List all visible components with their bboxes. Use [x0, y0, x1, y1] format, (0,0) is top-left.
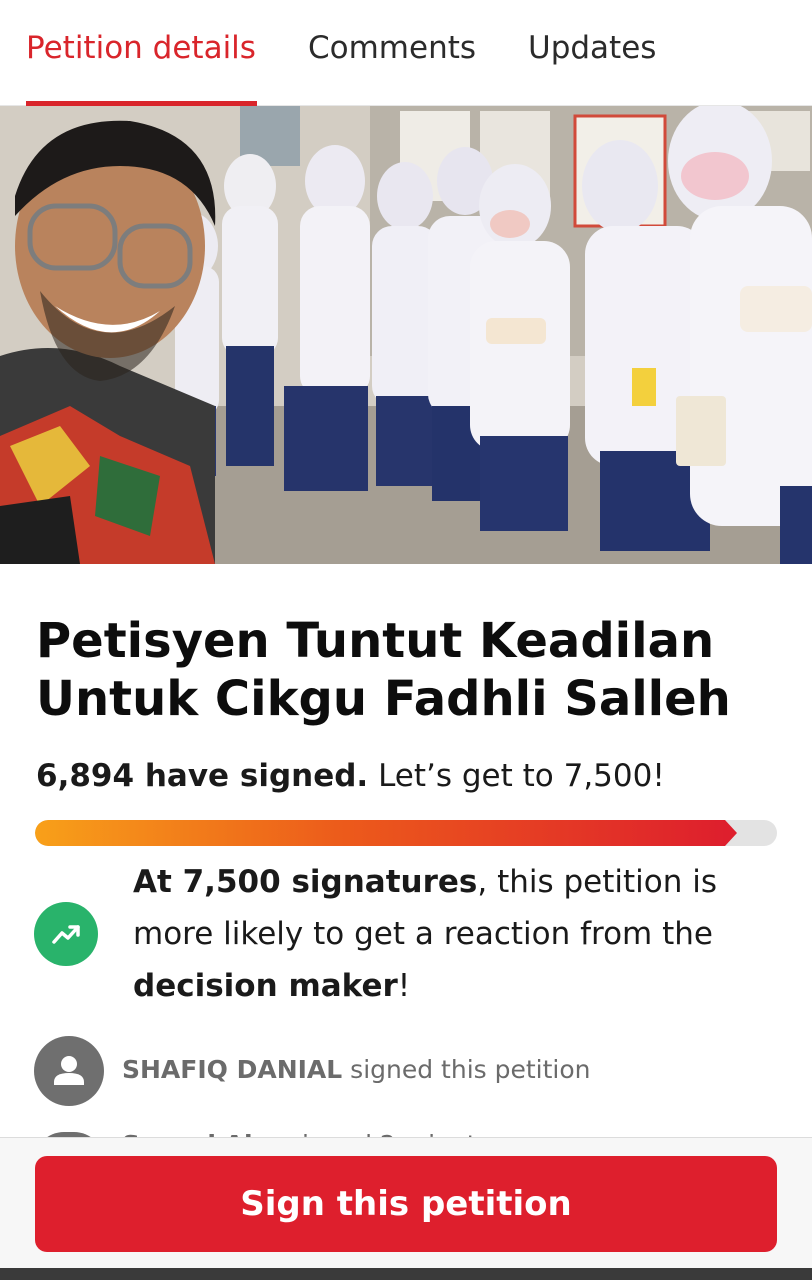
petition-title: Petisyen Tuntut Keadilan Untuk Cikgu Fad… [36, 613, 731, 727]
petition-photo [0, 106, 812, 564]
photo-illustration [0, 106, 812, 564]
person-icon [34, 1036, 104, 1106]
tab-updates[interactable]: Updates [528, 30, 656, 66]
milestone-bold-prefix: At 7,500 signatures [133, 864, 478, 900]
progress-fill [35, 820, 725, 846]
signer-action: signed this petition [350, 1055, 591, 1084]
goal-text: Let’s get to 7,500! [378, 758, 665, 794]
signer-text: SHAFIQ DANIAL signed this petition [122, 1055, 591, 1084]
trending-up-icon [34, 902, 98, 966]
signed-count-text: 6,894 have signed. [36, 758, 369, 794]
signer-name: SHAFIQ DANIAL [122, 1055, 343, 1084]
signature-count: 6,894 have signed. Let’s get to 7,500! [36, 758, 665, 794]
recent-signer-row: SHAFIQ DANIAL signed this petition [34, 1036, 794, 1106]
milestone-end: ! [397, 968, 411, 1004]
milestone-message: At 7,500 signatures, this petition is mo… [133, 856, 773, 1012]
tab-comments[interactable]: Comments [308, 30, 476, 66]
bottom-action-bar: Sign this petition [0, 1137, 812, 1268]
tab-petition-details[interactable]: Petition details [26, 30, 256, 66]
system-nav-strip [0, 1268, 812, 1280]
milestone-bold-suffix: decision maker [133, 968, 398, 1004]
sign-petition-button[interactable]: Sign this petition [35, 1156, 777, 1252]
tab-bar: Petition details Comments Updates [0, 0, 812, 106]
signature-progress-bar [35, 820, 777, 846]
progress-tip [725, 820, 737, 846]
